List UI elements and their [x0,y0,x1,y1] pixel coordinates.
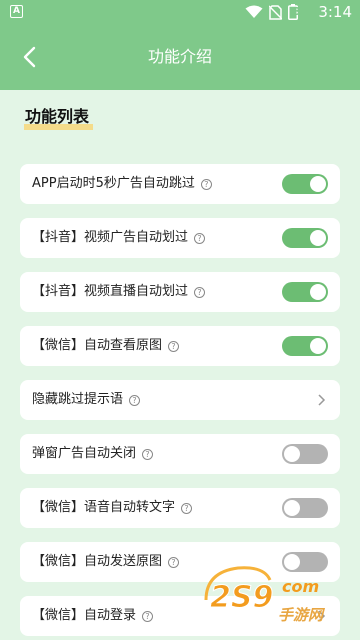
no-sim-icon [269,4,282,20]
toggle-switch[interactable] [282,336,328,356]
feature-row[interactable]: 【抖音】视频直播自动划过? [20,272,340,312]
notification-a-icon: A [10,5,23,18]
status-bar: A 3 3:14 [0,0,360,24]
feature-label-text: 弹窗广告自动关闭 [32,446,137,461]
feature-label: 弹窗广告自动关闭? [32,445,154,463]
toggle-switch[interactable] [282,174,328,194]
feature-label-text: 隐藏跳过提示语 [32,392,124,407]
feature-label-text: 【抖音】视频直播自动划过 [32,284,189,299]
feature-row[interactable]: 【微信】自动发送原图? [20,542,340,582]
toggle-knob [284,446,300,462]
toggle-switch[interactable] [282,444,328,464]
toggle-knob [310,284,326,300]
app-bar: 功能介绍 [0,24,360,90]
feature-label-text: 【微信】自动登录 [32,608,137,623]
feature-label-text: 【微信】自动查看原图 [32,338,163,353]
feature-label: APP启动时5秒广告自动跳过? [32,175,212,193]
help-icon[interactable]: ? [168,340,180,352]
feature-label-text: 【微信】语音自动转文字 [32,500,176,515]
chevron-right-icon [318,394,326,406]
toggle-knob [310,176,326,192]
help-icon[interactable]: ? [181,502,193,514]
help-icon[interactable]: ? [200,178,212,190]
feature-row[interactable]: APP启动时5秒广告自动跳过? [20,164,340,204]
toggle-knob [284,500,300,516]
feature-label: 【微信】自动发送原图? [32,553,180,571]
feature-row[interactable]: 【微信】语音自动转文字? [20,488,340,528]
page-title: 功能介绍 [147,47,212,66]
feature-label-text: 【微信】自动发送原图 [32,554,163,569]
feature-row[interactable]: 【微信】自动查看原图? [20,326,340,366]
toggle-knob [310,230,326,246]
clock-time: 3:14 [318,3,352,21]
help-icon[interactable]: ? [129,394,141,406]
chevron-right-icon [318,610,326,622]
help-icon[interactable]: ? [142,610,154,622]
wifi-icon [245,5,263,18]
toggle-switch[interactable] [282,552,328,572]
system-icons: 3 [245,4,302,20]
help-icon[interactable]: ? [194,232,206,244]
toggle-knob [284,554,300,570]
feature-row[interactable]: 【抖音】视频广告自动划过? [20,218,340,258]
toggle-switch[interactable] [282,498,328,518]
feature-row[interactable]: 隐藏跳过提示语? [20,380,340,420]
battery-level: 3 [293,5,301,18]
help-icon[interactable]: ? [168,556,180,568]
feature-label: 【抖音】视频直播自动划过? [32,283,206,301]
feature-label: 【抖音】视频广告自动划过? [32,229,206,247]
feature-label-text: 【抖音】视频广告自动划过 [32,230,189,245]
feature-list-content: 功能列表 APP启动时5秒广告自动跳过? 【抖音】视频广告自动划过? 【抖音】视频直… [0,90,360,640]
feature-row[interactable]: 弹窗广告自动关闭? [20,434,340,474]
toggle-knob [310,338,326,354]
toggle-switch[interactable] [282,282,328,302]
section-title: 功能列表 [25,107,90,126]
feature-label: 【微信】自动查看原图? [32,337,180,355]
feature-label: 【微信】语音自动转文字? [32,499,193,517]
help-icon[interactable]: ? [194,286,206,298]
help-icon[interactable]: ? [142,448,154,460]
feature-label: 【微信】自动登录? [32,607,154,625]
feature-label-text: APP启动时5秒广告自动跳过 [32,176,195,191]
toggle-switch[interactable] [282,228,328,248]
feature-row[interactable]: 【微信】自动登录? [20,596,340,636]
feature-label: 隐藏跳过提示语? [32,391,141,409]
